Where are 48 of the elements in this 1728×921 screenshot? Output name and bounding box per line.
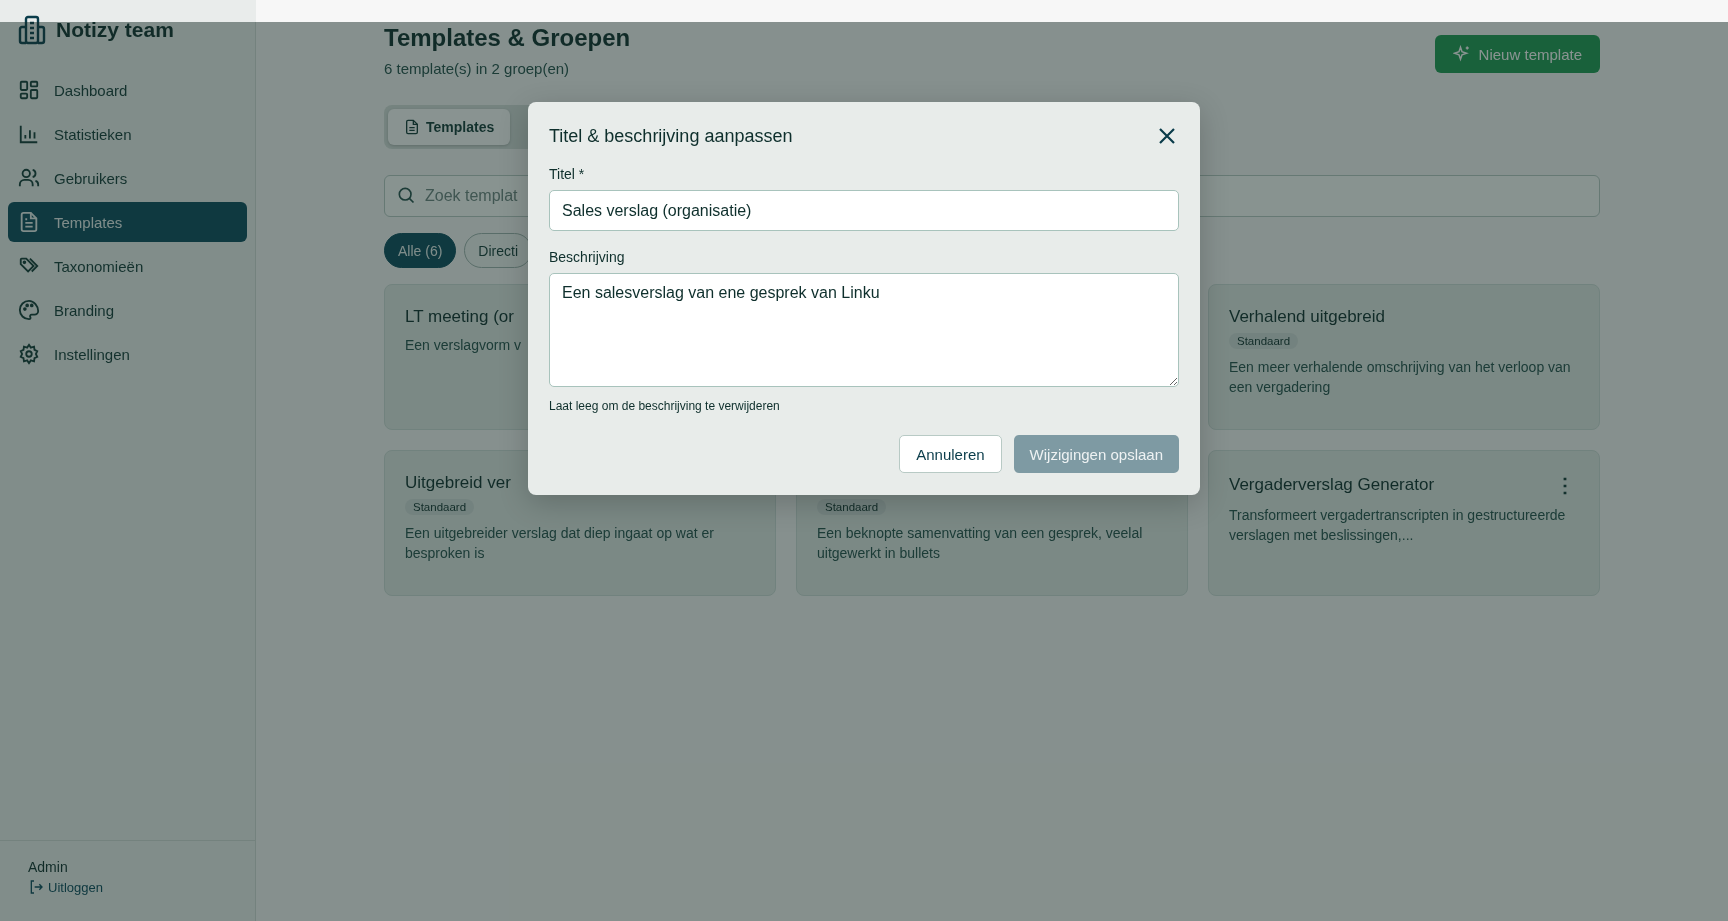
page-title: Templates & Groepen: [384, 24, 631, 52]
grid-icon: [18, 79, 40, 101]
card-description: Een beknopte samenvatting van een gesprek, veelal uitgewerkt in bullets: [817, 524, 1144, 563]
sidebar-item[interactable]: Taxonomieën: [8, 246, 247, 286]
sparkle-icon: [1452, 45, 1471, 63]
settings-icon: [18, 343, 40, 365]
badge: Standaard: [1229, 333, 1299, 349]
field-label: Titel *: [549, 166, 586, 182]
card-title: Vergaderverslag Generator: [1229, 475, 1435, 495]
document-icon: [404, 119, 420, 135]
title-input[interactable]: Sales verslag (organisatie): [549, 190, 1179, 231]
hint-text: Laat leeg om de beschrijving te verwijderen: [549, 399, 781, 413]
bar-chart-icon: [18, 123, 40, 145]
sidebar-item[interactable]: Instellingen: [8, 334, 247, 374]
building-icon: [18, 15, 46, 45]
badge: Standaard: [817, 499, 887, 515]
logout-link[interactable]: Uitloggen: [28, 879, 103, 895]
tab[interactable]: Templates: [388, 109, 511, 145]
template-card[interactable]: Vergaderverslag Generator ⋮ Transformeert vergadertranscripten in gestructureerde verslagen met beslissingen,...: [1208, 450, 1600, 596]
document-icon: [18, 211, 40, 233]
dialog-title: Titel & beschrijving aanpassen: [549, 125, 793, 147]
description-input[interactable]: Een salesverslag van ene gesprek van Linku: [549, 273, 1179, 387]
badge: Standaard: [405, 499, 475, 515]
sidebar-item[interactable]: Gebruikers: [8, 158, 247, 198]
card-title: LT meeting (or: [405, 307, 514, 327]
palette-icon: [18, 299, 40, 321]
cancel-button[interactable]: Annuleren: [899, 435, 1002, 473]
brand-name: Notizy team: [56, 18, 174, 42]
sidebar-item[interactable]: Templates: [8, 202, 247, 242]
more-button[interactable]: ⋮: [1551, 473, 1579, 497]
card-title: Verhalend uitgebreid: [1229, 307, 1385, 327]
sidebar-item[interactable]: Statistieken: [8, 114, 247, 154]
user-name: Admin: [28, 859, 69, 875]
sidebar-item[interactable]: Branding: [8, 290, 247, 330]
sidebar-item[interactable]: Dashboard: [8, 70, 247, 110]
logout-icon: [28, 879, 44, 895]
card-description: Transformeert vergadertranscripten in gestructureerde verslagen met beslissingen,...: [1229, 506, 1567, 545]
card-description: Een meer verhalende omschrijving van het verloop van een vergadering: [1229, 358, 1572, 397]
card-description: Een uitgebreider verslag dat diep ingaat op wat er besproken is: [405, 524, 715, 563]
card-description: Een verslagvorm v: [405, 336, 521, 355]
card-title: Uitgebreid ver: [405, 473, 511, 493]
field-label: Beschrijving: [549, 249, 626, 265]
template-card[interactable]: Verhalend uitgebreid Standaard Een meer verhalende omschrijving van het verloop van een vergadering: [1208, 284, 1600, 430]
new-template-button[interactable]: Nieuw template: [1434, 35, 1600, 73]
page-subtitle: 6 template(s) in 2 groep(en): [384, 60, 571, 77]
filter-chip[interactable]: Alle (6): [384, 233, 457, 268]
users-icon: [18, 167, 40, 189]
search-icon: [396, 185, 416, 205]
